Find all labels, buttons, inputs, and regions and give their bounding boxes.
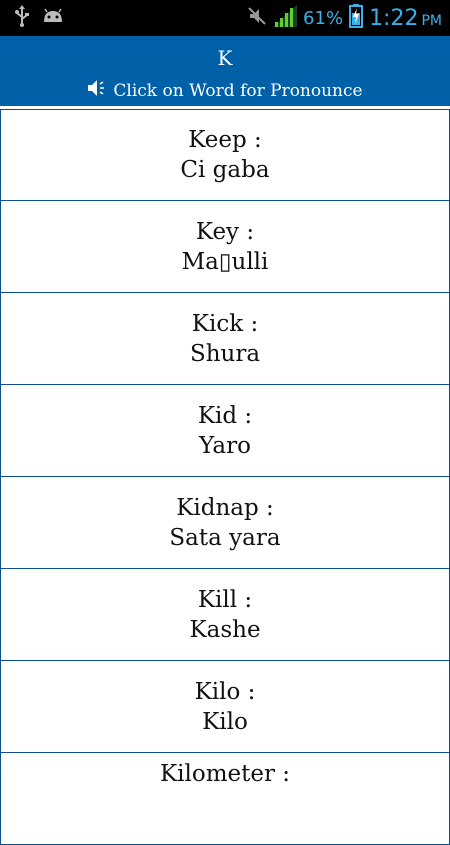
word-english: Kidnap : [176,494,274,521]
word-item-kick[interactable]: Kick : Shura [0,293,450,385]
word-item-kilometer[interactable]: Kilometer : [0,753,450,845]
battery-charging-icon [349,4,364,32]
app-header: K Click on Word for Pronounce [0,36,450,106]
word-translation: Shura [189,340,261,367]
word-english: Kilo : [194,678,256,705]
status-bar: 61% 1:22 PM [0,0,450,36]
word-english: Key : [195,218,255,245]
word-item-kilo[interactable]: Kilo : Kilo [0,661,450,753]
word-item-kidnap[interactable]: Kidnap : Sata yara [0,477,450,569]
word-translation: Ci gaba [180,157,270,183]
battery-percent: 61% [303,7,344,29]
word-item-kill[interactable]: Kill : Kashe [0,569,450,661]
pronounce-hint-text: Click on Word for Pronounce [113,80,363,101]
page-title: K [217,46,233,70]
word-item-keep[interactable]: Keep : Ci gaba [0,109,450,201]
word-item-kid[interactable]: Kid : Yaro [0,385,450,477]
status-right: 61% 1:22 PM [247,0,442,36]
status-left [14,0,64,36]
clock-time: 1:22 [369,5,419,31]
word-english: Kid : [197,402,253,429]
word-english: Kilometer : [159,761,291,787]
word-translation: Kilo [202,708,248,735]
word-item-key[interactable]: Key : Ma▯ulli [0,201,450,293]
word-translation: Kashe [189,616,261,643]
mute-icon [247,6,267,30]
word-english: Kick : [191,310,259,337]
clock-ampm: PM [421,13,442,29]
pronounce-hint: Click on Word for Pronounce [0,78,450,103]
word-english: Keep : [188,127,262,153]
word-translation: Ma▯ulli [181,248,269,275]
android-icon [42,8,64,28]
word-list: Keep : Ci gaba Key : Ma▯ulli Kick : Shur… [0,109,450,845]
word-translation: Sata yara [169,524,281,551]
signal-icon [273,5,298,31]
word-english: Kill : [197,586,253,613]
usb-icon [14,5,30,31]
word-translation: Yaro [199,432,251,459]
speaker-icon [87,78,109,103]
